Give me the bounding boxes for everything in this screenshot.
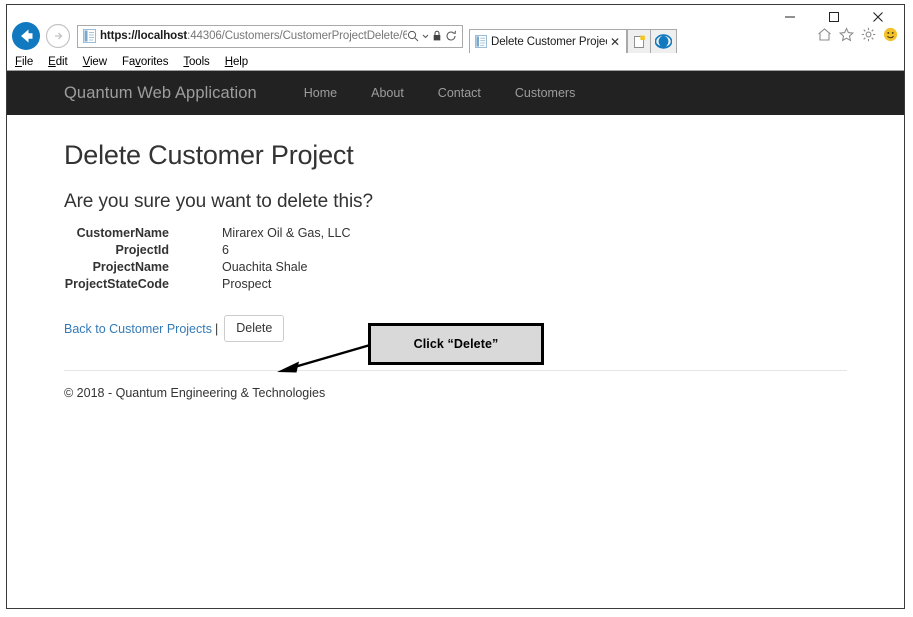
delete-button[interactable]: Delete xyxy=(224,315,285,342)
page-title: Delete Customer Project xyxy=(64,140,354,170)
tab-close-icon[interactable]: ✕ xyxy=(607,36,623,48)
internet-explorer-button[interactable] xyxy=(651,29,677,53)
address-bar-icons xyxy=(407,30,462,42)
menu-help-post: elp xyxy=(232,55,248,68)
menu-edit-key: E xyxy=(48,55,56,68)
browser-menubar: File Edit View Favorites Tools Help xyxy=(7,53,904,71)
home-icon[interactable] xyxy=(817,27,832,42)
search-icon[interactable] xyxy=(407,30,419,42)
back-button[interactable] xyxy=(10,20,42,52)
annotation-callout: Click “Delete” xyxy=(368,323,544,365)
nav-link-about[interactable]: About xyxy=(354,86,421,100)
browser-titlebar: https://localhost:44306/Customers/Custom… xyxy=(7,5,904,53)
tab-page-icon xyxy=(475,35,487,48)
detail-label-customername: CustomerName xyxy=(76,226,169,240)
page-icon xyxy=(83,29,96,43)
menu-file-key: F xyxy=(15,55,22,68)
menu-file-post: ile xyxy=(21,55,34,68)
detail-row-projectstatecode: ProjectStateCode Prospect xyxy=(64,277,847,291)
menu-view-key: V xyxy=(82,55,90,68)
menu-item-view[interactable]: View xyxy=(83,56,107,68)
detail-value-customername: Mirarex Oil & Gas, LLC xyxy=(222,226,351,240)
back-to-customer-projects-link[interactable]: Back to Customer Projects xyxy=(64,322,212,336)
address-bar[interactable]: https://localhost:44306/Customers/Custom… xyxy=(77,24,463,48)
address-host: https://localhost xyxy=(100,30,188,42)
annotation-callout-text: Click “Delete” xyxy=(413,337,499,351)
gear-icon[interactable] xyxy=(861,27,876,42)
menu-view-post: iew xyxy=(89,55,107,68)
address-path: :44306/Customers/CustomerProjectDelete/6 xyxy=(187,30,407,42)
menu-edit-post: dit xyxy=(55,55,68,68)
browser-navigation-row: https://localhost:44306/Customers/Custom… xyxy=(7,19,904,53)
nav-link-customers[interactable]: Customers xyxy=(498,86,592,100)
menu-item-favorites[interactable]: Favorites xyxy=(121,55,169,68)
page-footer: © 2018 - Quantum Engineering & Technolog… xyxy=(64,386,326,400)
detail-value-projectstatecode: Prospect xyxy=(222,277,272,291)
menu-favorites-pre: Fa xyxy=(121,55,136,68)
menu-item-file[interactable]: File xyxy=(15,56,33,68)
menu-item-tools[interactable]: Tools xyxy=(183,56,209,68)
browser-tab[interactable]: Delete Customer Project - ... ✕ xyxy=(469,29,627,53)
new-tab-button[interactable] xyxy=(627,29,651,53)
tab-title: Delete Customer Project - ... xyxy=(491,35,607,48)
annotation-arrow-icon xyxy=(277,341,378,373)
detail-label-projectid: ProjectId xyxy=(115,243,170,257)
nav-link-contact[interactable]: Contact xyxy=(421,86,498,100)
chevron-down-icon[interactable] xyxy=(422,33,429,39)
detail-row-customername: CustomerName Mirarex Oil & Gas, LLC xyxy=(64,226,847,240)
record-details-list: CustomerName Mirarex Oil & Gas, LLC Proj… xyxy=(64,226,847,291)
menu-item-help[interactable]: Help xyxy=(225,56,248,68)
nav-link-home[interactable]: Home xyxy=(287,86,354,100)
smiley-feedback-icon[interactable] xyxy=(883,27,898,42)
browser-toolbar-icons xyxy=(817,27,898,42)
menu-help-key: H xyxy=(224,55,233,68)
favorites-star-icon[interactable] xyxy=(839,27,854,42)
menu-favorites-post: orites xyxy=(140,55,169,68)
detail-label-projectstatecode: ProjectStateCode xyxy=(64,277,169,291)
address-text[interactable]: https://localhost:44306/Customers/Custom… xyxy=(100,30,407,42)
footer-divider xyxy=(64,370,847,371)
menu-item-edit[interactable]: Edit xyxy=(48,55,68,68)
lock-icon[interactable] xyxy=(432,30,442,42)
detail-row-projectname: ProjectName Ouachita Shale xyxy=(64,260,847,274)
site-brand[interactable]: Quantum Web Application xyxy=(64,84,257,103)
detail-value-projectid: 6 xyxy=(222,243,229,257)
confirm-question: Are you sure you want to delete this? xyxy=(64,191,373,212)
site-nav-links: Home About Contact Customers xyxy=(287,86,593,100)
action-separator: | xyxy=(214,321,219,336)
detail-label-projectname: ProjectName xyxy=(92,260,169,274)
refresh-icon[interactable] xyxy=(445,30,457,42)
page-viewport: Quantum Web Application Home About Conta… xyxy=(7,71,904,608)
tab-strip: Delete Customer Project - ... ✕ xyxy=(469,19,677,53)
site-navbar: Quantum Web Application Home About Conta… xyxy=(7,71,904,115)
detail-value-projectname: Ouachita Shale xyxy=(222,260,308,274)
forward-button xyxy=(44,22,72,50)
menu-tools-post: ools xyxy=(189,55,210,68)
browser-window: https://localhost:44306/Customers/Custom… xyxy=(6,4,905,609)
detail-row-projectid: ProjectId 6 xyxy=(64,243,847,257)
